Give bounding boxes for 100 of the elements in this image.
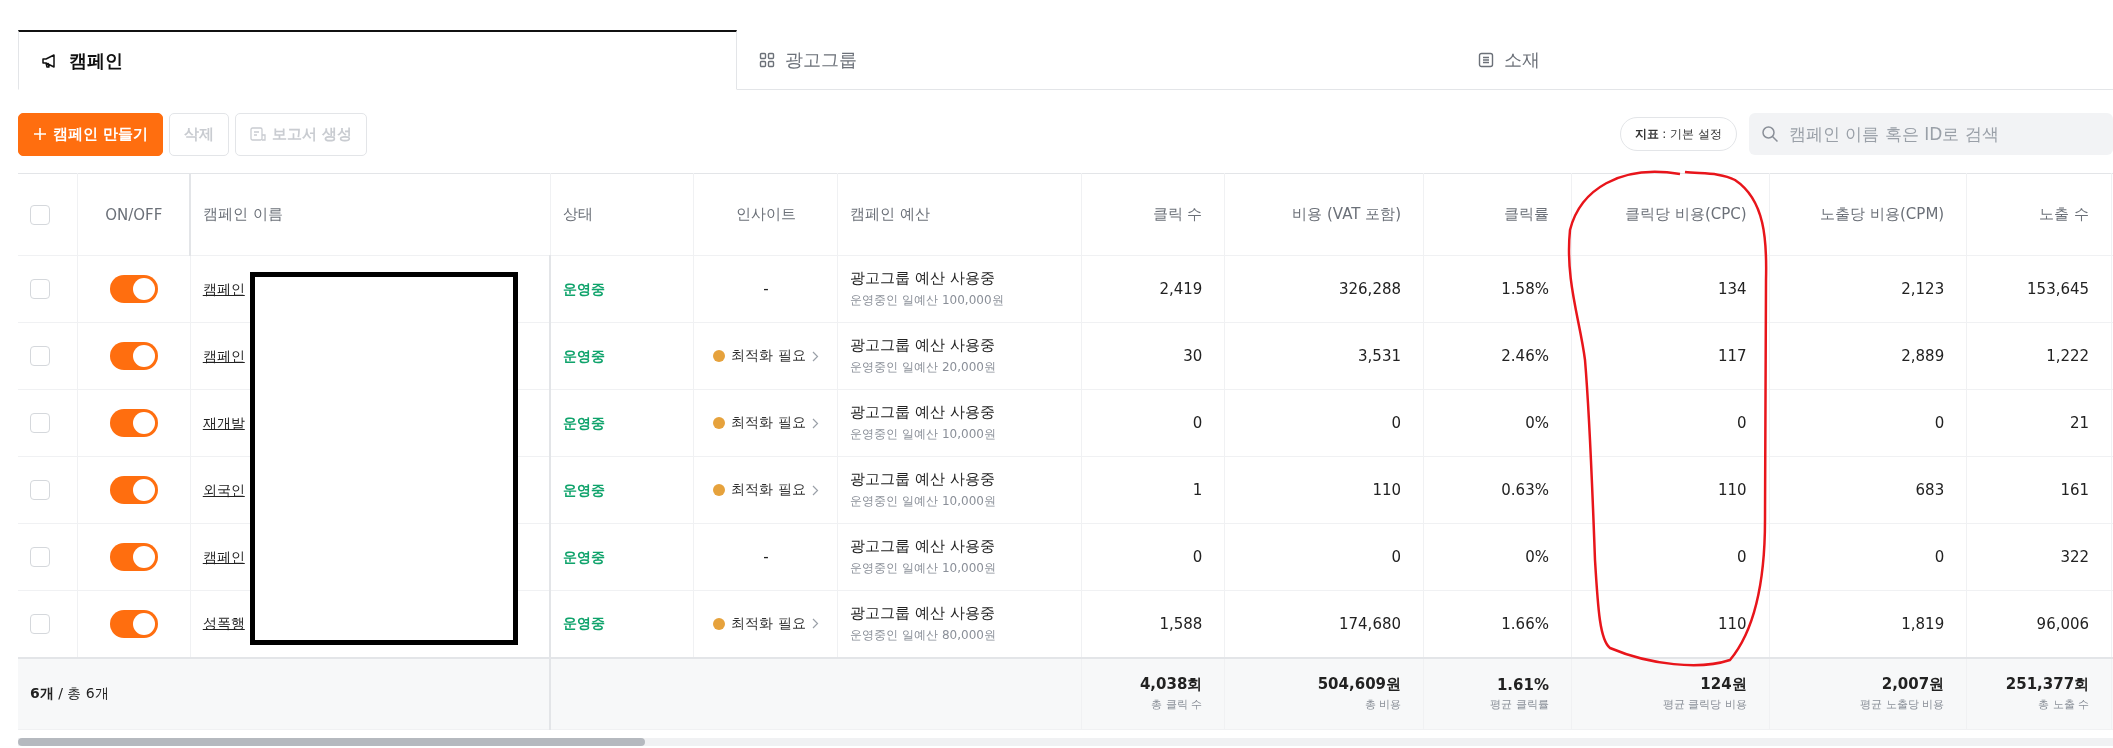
table-cell: 1,222: [2046, 347, 2090, 365]
table-cell: 0: [1737, 414, 1747, 432]
table-cell: 2,123: [1901, 280, 1945, 298]
on-off-toggle[interactable]: [110, 609, 158, 638]
row-checkbox[interactable]: [30, 480, 50, 500]
insight-text: -: [763, 280, 769, 298]
table-cell: 110: [1717, 614, 1747, 633]
total-value: 4,038회: [1138, 675, 1203, 695]
total-value: 124원: [1699, 675, 1747, 695]
table-cell: 110: [1717, 481, 1747, 499]
table-cell: 0%: [1525, 548, 1549, 566]
status-text: 운영중: [563, 280, 605, 297]
column-header: 노출당 비용(CPM): [1769, 173, 1967, 256]
select-all-checkbox[interactable]: [30, 204, 50, 225]
row-count: 6개 / 총 6개: [30, 684, 109, 701]
campaign-name-link[interactable]: 재개발: [202, 414, 245, 431]
insight-link[interactable]: 최적화 필요: [707, 413, 825, 433]
search-field[interactable]: 캠페인 이름 혹은 ID로 검색: [1749, 113, 2113, 155]
column-header: 캠페인 이름: [190, 173, 550, 256]
table-cell: 2,889: [1901, 347, 1945, 365]
table-cell: 683: [1915, 481, 1945, 499]
insight-link[interactable]: 최적화 필요: [707, 346, 825, 366]
budget-text: 광고그룹 예산 사용중: [850, 603, 996, 623]
grid-icon: [759, 51, 775, 68]
table-cell: 0: [1934, 548, 1945, 566]
table-cell: 117: [1717, 347, 1747, 365]
total-value: 2,007원: [1880, 675, 1945, 695]
total-value: 504,609원: [1316, 675, 1401, 695]
campaign-name-link[interactable]: 캠페인: [202, 548, 245, 565]
column-header: 노출 수: [1966, 173, 2112, 256]
column-header: 클릭률: [1423, 173, 1572, 256]
on-off-toggle[interactable]: [110, 476, 158, 504]
on-off-toggle[interactable]: [110, 275, 158, 303]
column-header: ON/OFF: [77, 173, 191, 256]
row-checkbox[interactable]: [30, 279, 50, 299]
budget-text: 광고그룹 예산 사용중: [850, 269, 996, 288]
row-checkbox[interactable]: [30, 613, 50, 634]
table-cell: 1: [1192, 481, 1203, 499]
column-header: 캠페인 예산: [837, 173, 1081, 256]
table-cell: 1,588: [1159, 614, 1203, 633]
table-cell: 0: [1934, 414, 1945, 432]
table-cell: 153,645: [2027, 280, 2090, 298]
table-cell: 0.63%: [1501, 481, 1549, 499]
budget-detail: 운영중인 일예산 20,000원: [850, 359, 997, 376]
warning-icon: [713, 417, 726, 429]
total-label: 평균 노출당 비용: [1859, 697, 1945, 713]
metric-setting-button[interactable]: 지표 : 기본 설정: [1619, 117, 1737, 151]
campaign-name-link[interactable]: 캠페인: [202, 280, 245, 297]
total-label: 평균 클릭당 비용: [1661, 697, 1747, 713]
column-header: 클릭 수: [1081, 173, 1225, 256]
chevron-right-icon: [811, 350, 819, 362]
table-cell: 0%: [1525, 414, 1549, 432]
campaign-name-link[interactable]: 외국인: [202, 481, 245, 498]
budget-detail: 운영중인 일예산 80,000원: [850, 626, 997, 644]
on-off-toggle[interactable]: [110, 409, 158, 437]
table-cell: 0: [1192, 548, 1203, 566]
campaign-name-link[interactable]: 캠페인: [202, 347, 245, 364]
plus-icon: [33, 127, 47, 141]
total-value: 1.61%: [1495, 675, 1549, 694]
budget-text: 광고그룹 예산 사용중: [850, 403, 996, 422]
campaign-name-link[interactable]: 성폭행: [202, 615, 245, 632]
table-cell: 30: [1183, 347, 1203, 365]
on-off-toggle[interactable]: [110, 342, 158, 370]
table-cell: 322: [2060, 548, 2090, 566]
table-cell: 174,680: [1339, 614, 1401, 633]
scrollbar-thumb[interactable]: [18, 738, 645, 746]
chevron-right-icon: [811, 484, 819, 496]
table-cell: 96,006: [2036, 614, 2090, 633]
budget-detail: 운영중인 일예산 10,000원: [850, 493, 997, 510]
table-cell: 0: [1391, 548, 1401, 566]
table-cell: 110: [1372, 481, 1401, 499]
table-cell: 2,419: [1159, 280, 1203, 298]
chevron-right-icon: [811, 417, 819, 429]
status-text: 운영중: [563, 548, 605, 565]
search-icon: [1761, 125, 1779, 143]
budget-detail: 운영중인 일예산 100,000원: [850, 292, 1005, 309]
column-header: 비용 (VAT 포함): [1224, 173, 1424, 256]
status-text: 운영중: [563, 347, 605, 364]
row-checkbox[interactable]: [30, 547, 50, 567]
table-cell: 2.46%: [1501, 347, 1549, 365]
on-off-toggle[interactable]: [110, 543, 158, 571]
insight-link[interactable]: 최적화 필요: [707, 613, 825, 634]
row-checkbox[interactable]: [30, 346, 50, 366]
chevron-right-icon: [811, 618, 819, 630]
insight-link[interactable]: 최적화 필요: [707, 480, 825, 500]
document-icon: [1478, 51, 1494, 68]
status-text: 운영중: [563, 414, 605, 431]
table-cell: 21: [2070, 414, 2090, 432]
table-cell: 1.66%: [1501, 614, 1549, 633]
table-cell: 1,819: [1901, 614, 1945, 633]
budget-text: 광고그룹 예산 사용중: [850, 336, 996, 355]
tab[interactable]: 캠페인: [18, 30, 737, 90]
warning-icon: [713, 617, 726, 630]
total-label: 총 클릭 수: [1150, 697, 1203, 713]
row-checkbox[interactable]: [30, 413, 50, 433]
total-value: 251,377회: [2004, 675, 2090, 695]
table-cell: 0: [1391, 414, 1401, 432]
insight-text: -: [763, 548, 769, 566]
table-cell: 3,531: [1358, 347, 1401, 365]
budget-detail: 운영중인 일예산 10,000원: [850, 560, 997, 577]
